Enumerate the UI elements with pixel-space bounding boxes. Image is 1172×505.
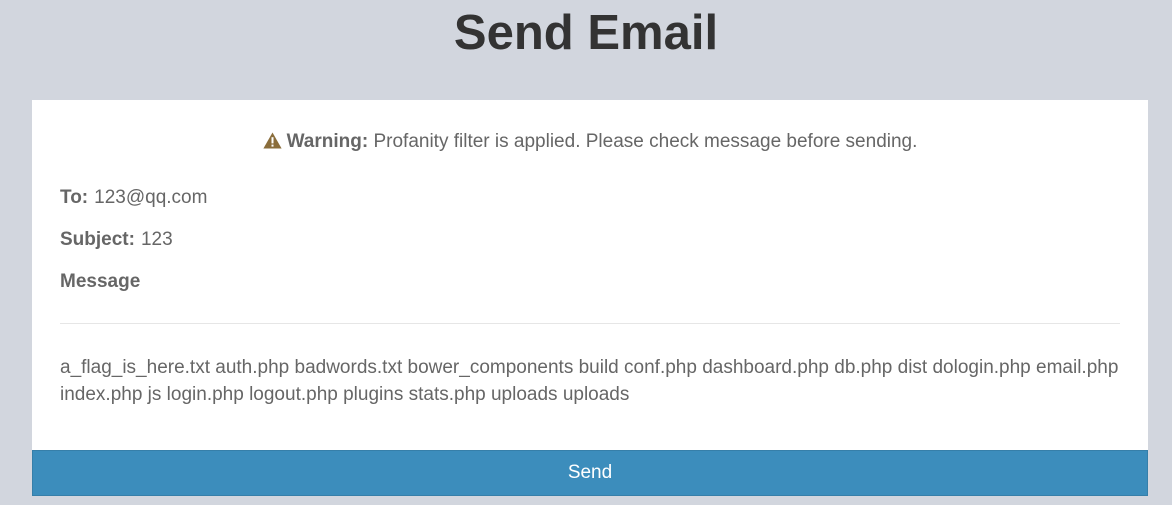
profanity-warning: Warning: Profanity filter is applied. Pl… [32,130,1148,156]
to-field: To: 123@qq.com [60,186,207,210]
to-label: To: [60,187,89,208]
page-title: Send Email [453,6,719,60]
to-value: 123@qq.com [94,187,208,208]
subject-value: 123 [140,229,173,250]
message-label: Message [60,271,141,292]
send-button[interactable]: Send [32,450,1148,496]
email-card: Warning: Profanity filter is applied. Pl… [32,100,1148,450]
subject-field: Subject: 123 [60,228,173,252]
message-field: Message [60,270,146,294]
divider [60,323,1120,324]
message-body: a_flag_is_here.txt auth.php badwords.txt… [60,357,1119,405]
subject-label: Subject: [60,229,135,250]
warning-label: Warning: [286,131,369,152]
warning-icon [262,132,282,156]
warning-text: Profanity filter is applied. Please chec… [373,131,918,152]
